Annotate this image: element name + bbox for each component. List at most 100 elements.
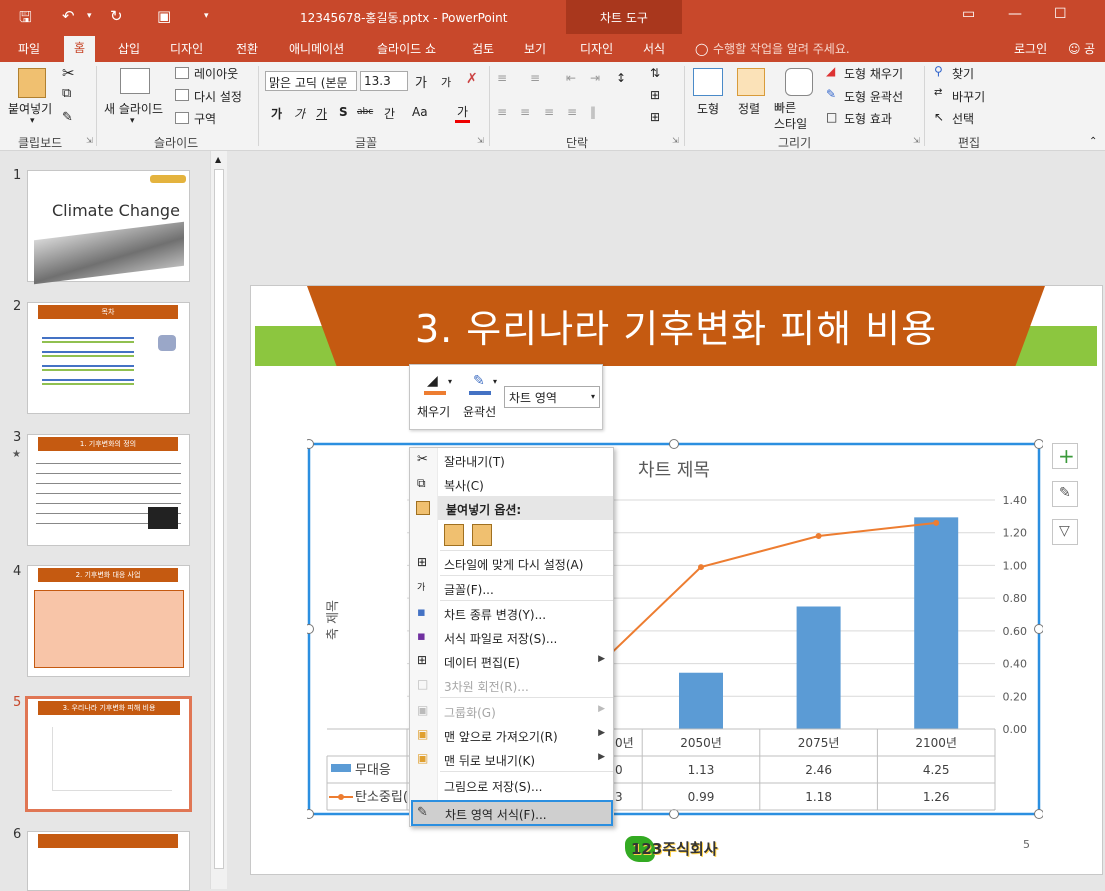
tab-chart-format[interactable]: 서식 xyxy=(643,38,665,60)
menu-item-copy[interactable]: ⧉ 복사(C) xyxy=(410,472,613,496)
slide-thumbnail-6[interactable] xyxy=(27,831,190,891)
menu-item-edit-data[interactable]: ⊞ 데이터 편집(E) ▶ xyxy=(410,649,613,673)
undo-dropdown-icon[interactable]: ▾ xyxy=(87,11,92,21)
paste-dropdown-icon[interactable]: ▾ xyxy=(30,116,35,126)
paragraph-launcher-icon[interactable]: ⇲ xyxy=(672,136,679,145)
justify-icon[interactable]: ≡ xyxy=(567,105,577,119)
chart-styles-button[interactable]: ✎ xyxy=(1052,481,1078,507)
cut-icon[interactable]: ✂ xyxy=(62,64,75,82)
shapes-button[interactable]: 도형 xyxy=(697,100,719,117)
present-from-start-icon[interactable]: ▣ xyxy=(157,7,171,25)
shape-fill-button[interactable]: 도형 채우기 xyxy=(844,65,903,82)
bullets-icon[interactable]: ≡ xyxy=(497,71,507,85)
resize-handle[interactable] xyxy=(307,439,314,449)
font-color-button[interactable]: 가 xyxy=(455,103,471,123)
reset-button[interactable]: 다시 설정 xyxy=(194,88,242,105)
outline-label[interactable]: 윤곽선 xyxy=(463,403,496,420)
redo-icon[interactable]: ↻ xyxy=(110,7,123,25)
tab-home[interactable]: 홈 xyxy=(64,36,96,62)
numbering-icon[interactable]: ≡ xyxy=(530,71,540,85)
shadow-button[interactable]: S xyxy=(339,105,348,119)
align-right-icon[interactable]: ≡ xyxy=(544,105,554,119)
copy-icon[interactable]: ⧉ xyxy=(62,86,71,101)
resize-handle[interactable] xyxy=(1034,624,1044,634)
clipboard-launcher-icon[interactable]: ⇲ xyxy=(86,136,93,145)
font-family-select[interactable]: 맑은 고딕 (본문 xyxy=(265,71,357,91)
align-center-icon[interactable]: ≡ xyxy=(520,105,530,119)
slide-thumbnail-2[interactable]: 목차 xyxy=(27,302,190,414)
drawing-launcher-icon[interactable]: ⇲ xyxy=(913,136,920,145)
new-slide-icon[interactable] xyxy=(120,68,150,94)
fill-dropdown-icon[interactable]: ▾ xyxy=(448,377,452,386)
shrink-font-button[interactable]: 가 xyxy=(441,74,451,90)
ribbon-display-icon[interactable]: ▭ xyxy=(962,6,975,22)
menu-item-cut[interactable]: ✂ 잘라내기(T) xyxy=(410,448,613,472)
login-link[interactable]: 로그인 xyxy=(1014,38,1047,60)
align-left-icon[interactable]: ≡ xyxy=(497,105,507,119)
resize-handle[interactable] xyxy=(1034,439,1044,449)
minimize-icon[interactable]: — xyxy=(1008,6,1022,22)
find-button[interactable]: 찾기 xyxy=(952,65,974,82)
columns-icon[interactable]: ‖ xyxy=(590,105,596,119)
collapse-ribbon-icon[interactable]: ⌃ xyxy=(1089,136,1097,147)
layout-button[interactable]: 레이아웃 xyxy=(194,65,238,82)
italic-button[interactable]: 가 xyxy=(294,105,305,122)
resize-handle[interactable] xyxy=(669,809,679,819)
resize-handle[interactable] xyxy=(669,439,679,449)
outline-dropdown-icon[interactable]: ▾ xyxy=(493,377,497,386)
shapes-icon[interactable] xyxy=(693,68,723,96)
select-button[interactable]: 선택 xyxy=(952,110,974,127)
save-icon[interactable]: 🖫 xyxy=(19,7,32,32)
arrange-icon[interactable] xyxy=(737,68,765,96)
menu-item-reset-style[interactable]: ⊞ 스타일에 맞게 다시 설정(A) xyxy=(410,551,613,575)
menu-item-font[interactable]: 가 글꼴(F)... xyxy=(410,576,613,600)
new-slide-button[interactable]: 새 슬라이드 xyxy=(104,100,163,117)
paste-button[interactable]: 붙여넣기 xyxy=(8,100,52,117)
tab-animations[interactable]: 애니메이션 xyxy=(289,38,344,60)
resize-handle[interactable] xyxy=(307,809,314,819)
replace-button[interactable]: 바꾸기 xyxy=(952,88,985,105)
share-button[interactable]: 공유 xyxy=(1084,38,1105,78)
grow-font-button[interactable]: 가 xyxy=(415,72,427,91)
tell-me-box[interactable]: 수행할 작업을 알려 주세요. xyxy=(713,38,850,60)
tab-review[interactable]: 검토 xyxy=(472,38,494,60)
menu-item-send-back[interactable]: ▣ 맨 뒤로 보내기(K) ▶ xyxy=(410,747,613,771)
new-slide-dropdown-icon[interactable]: ▾ xyxy=(130,116,135,126)
tab-transitions[interactable]: 전환 xyxy=(236,38,258,60)
menu-item-save-picture[interactable]: 그림으로 저장(S)... xyxy=(410,773,613,797)
chart-elements-button[interactable]: + xyxy=(1052,443,1078,469)
undo-icon[interactable]: ↶ xyxy=(62,7,75,25)
align-text-icon[interactable]: ⊞ xyxy=(650,88,660,102)
quick-styles-button[interactable]: 빠른 스타일 xyxy=(774,100,807,132)
slide-thumbnail-3[interactable]: 1. 기후변화의 정의 xyxy=(27,434,190,546)
smartart-icon[interactable]: ⊞ xyxy=(650,110,660,124)
tab-file[interactable]: 파일 xyxy=(18,38,40,60)
menu-item-bring-front[interactable]: ▣ 맨 앞으로 가져오기(R) ▶ xyxy=(410,723,613,747)
chart-filters-button[interactable]: ▽ xyxy=(1052,519,1078,545)
fill-icon[interactable]: ◢ xyxy=(424,373,446,395)
slide-thumbnail-5[interactable]: 3. 우리나라 기후변화 피해 비용 xyxy=(25,696,192,812)
shape-effects-button[interactable]: 도형 효과 xyxy=(844,110,892,127)
slide-thumbnail-1[interactable]: Climate Change xyxy=(27,170,190,285)
char-spacing-button[interactable]: 간 xyxy=(384,105,395,122)
maximize-icon[interactable]: ☐ xyxy=(1054,6,1067,22)
menu-item-change-chart-type[interactable]: ▪ 차트 종류 변경(Y)... xyxy=(410,601,613,625)
menu-item-format-chart-area[interactable]: ✎ 차트 영역 서식(F)... xyxy=(411,800,613,826)
slide-title[interactable]: 3. 우리나라 기후변화 피해 비용 xyxy=(307,298,1045,353)
tab-insert[interactable]: 삽입 xyxy=(118,38,140,60)
paste-icon[interactable] xyxy=(18,68,46,98)
thumbnails-scrollbar[interactable]: ▲ xyxy=(210,151,227,889)
underline-button[interactable]: 가 xyxy=(316,105,327,122)
tab-view[interactable]: 보기 xyxy=(524,38,546,60)
line-spacing-icon[interactable]: ↕ xyxy=(616,71,626,85)
clear-format-icon[interactable]: ✗ xyxy=(466,71,478,87)
format-painter-icon[interactable]: ✎ xyxy=(62,110,73,125)
slide-thumbnail-4[interactable]: 2. 기후변화 대응 사업 xyxy=(27,565,190,677)
bold-button[interactable]: 가 xyxy=(271,105,282,122)
text-direction-icon[interactable]: ⇅ xyxy=(650,66,660,80)
fill-label[interactable]: 채우기 xyxy=(417,403,450,420)
resize-handle[interactable] xyxy=(1034,809,1044,819)
font-launcher-icon[interactable]: ⇲ xyxy=(477,136,484,145)
font-size-select[interactable]: 13.3 xyxy=(360,71,408,91)
section-button[interactable]: 구역 xyxy=(194,110,216,127)
